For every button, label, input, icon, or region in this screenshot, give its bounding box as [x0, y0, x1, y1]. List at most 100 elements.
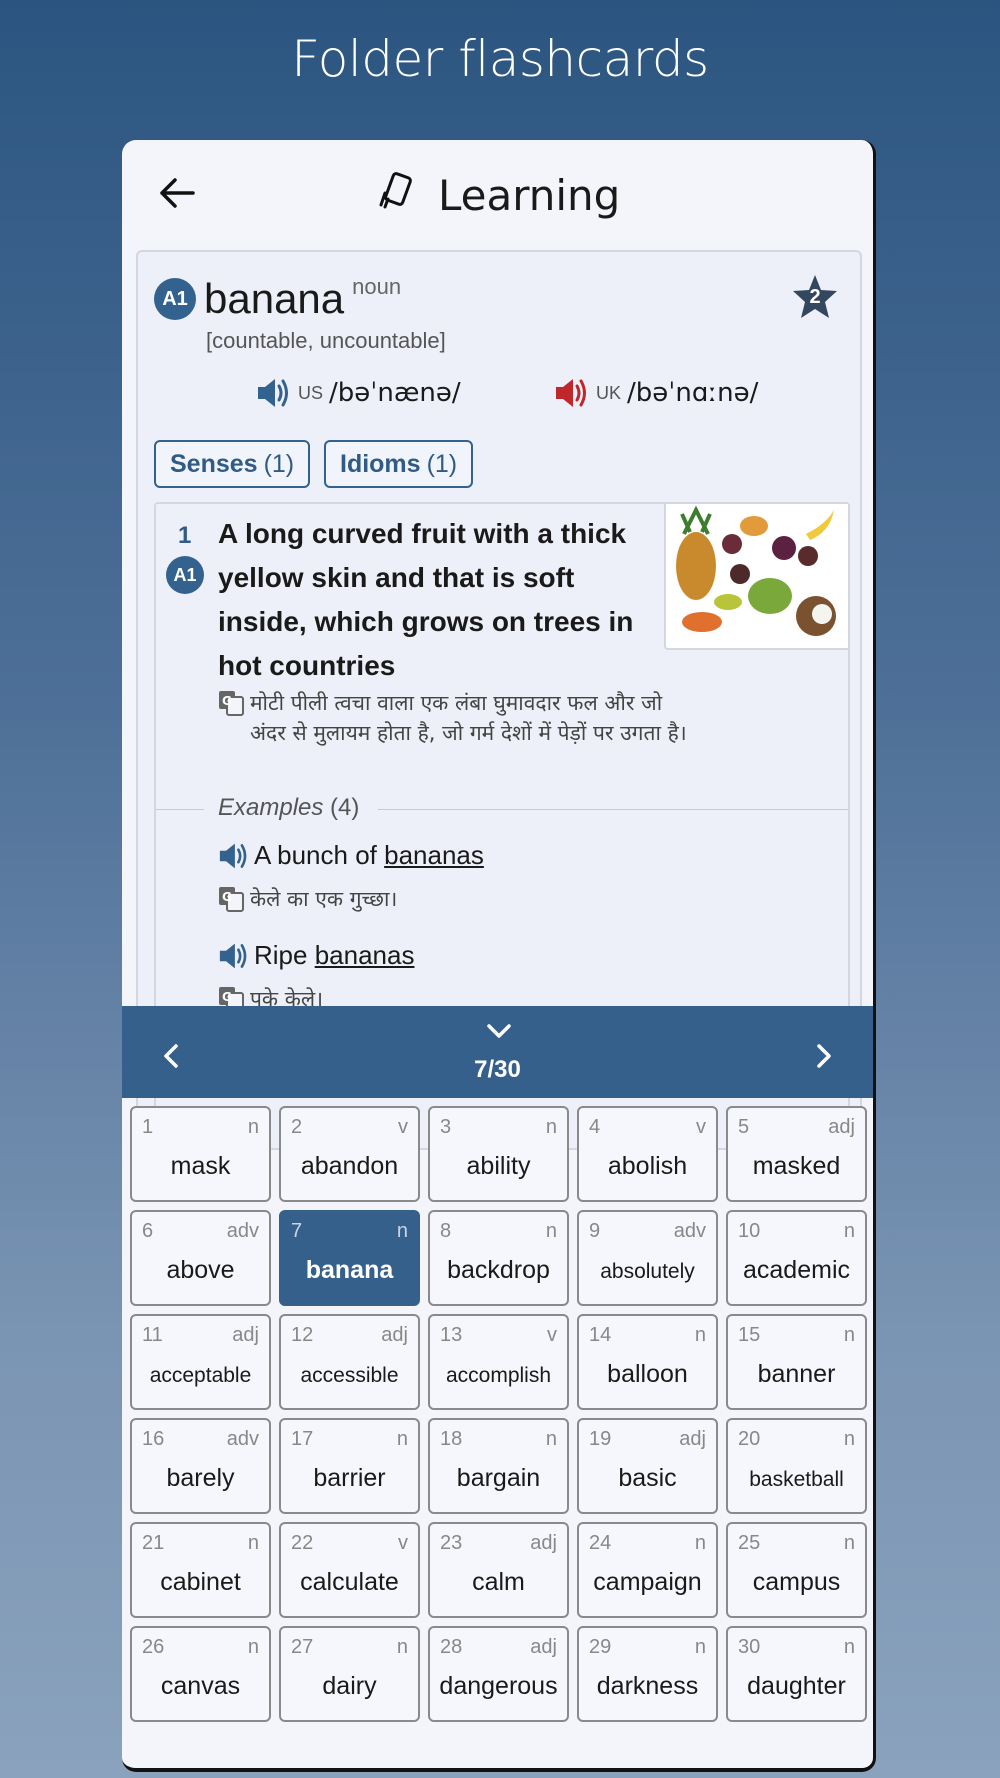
word-tile[interactable]: 8 n backdrop [428, 1210, 569, 1306]
example-text-before: Ripe [254, 940, 315, 970]
word-tile-pos: adj [828, 1116, 855, 1138]
word-tile-word: campaign [593, 1568, 702, 1596]
page-title: Folder flashcards [291, 30, 709, 88]
word-tile[interactable]: 23 adj calm [428, 1522, 569, 1618]
word-tile-number: 11 [142, 1324, 163, 1346]
word-tile[interactable]: 2 v abandon [279, 1106, 420, 1202]
examples-label-text: Examples [218, 794, 324, 821]
word-tile-pos: adj [530, 1636, 557, 1658]
word-tile-number: 10 [738, 1220, 761, 1242]
word-tile[interactable]: 1 n mask [130, 1106, 271, 1202]
word-tile[interactable]: 30 n daughter [726, 1626, 867, 1722]
word-tile[interactable]: 9 adv absolutely [577, 1210, 718, 1306]
example-keyword: bananas [384, 840, 484, 870]
word-tile[interactable]: 20 n basketball [726, 1418, 867, 1514]
word-tile-number: 16 [142, 1428, 165, 1450]
definition-translation: G मोटी पीली त्वचा वाला एक लंबा घुमावदार … [218, 688, 690, 748]
word-tile[interactable]: 21 n cabinet [130, 1522, 271, 1618]
word-tile[interactable]: 29 n darkness [577, 1626, 718, 1722]
word-tile[interactable]: 25 n campus [726, 1522, 867, 1618]
word-tile[interactable]: 12 adj accessible [279, 1314, 420, 1410]
word-tile-number: 1 [142, 1116, 154, 1138]
word-tile-number: 2 [291, 1116, 303, 1138]
phone-screen: Learning A1 banana noun 2 [countable, un… [122, 140, 876, 1772]
word-tile-word: daughter [747, 1672, 846, 1700]
word-tile[interactable]: 3 n ability [428, 1106, 569, 1202]
tab-senses[interactable]: Senses (1) [154, 440, 311, 488]
tab-idioms-count: (1) [426, 449, 458, 478]
word-tile-number: 9 [589, 1220, 601, 1242]
word-tile-number: 5 [738, 1116, 750, 1138]
word-tile[interactable]: 16 adv barely [130, 1418, 271, 1514]
word-tile[interactable]: 5 adj masked [726, 1106, 867, 1202]
word-tile-number: 17 [291, 1428, 314, 1450]
word-tile-pos: v [547, 1324, 557, 1346]
collapse-button[interactable] [479, 1016, 519, 1046]
pron-us-ipa: /bəˈnænə/ [329, 378, 461, 408]
svg-text:G: G [222, 694, 232, 708]
word-tile-word: masked [752, 1152, 841, 1180]
word-tile-word: calculate [300, 1568, 399, 1596]
tab-idioms[interactable]: Idioms (1) [324, 440, 474, 488]
word-tile[interactable]: 22 v calculate [279, 1522, 420, 1618]
word-tile-word: bargain [456, 1464, 541, 1492]
speaker-icon [219, 943, 247, 968]
example-item[interactable]: A bunch of bananas [218, 840, 484, 871]
word-tile-number: 28 [440, 1636, 463, 1658]
word-grid: 1 n mask 2 v abandon 3 n ability 4 v abolish 5 adj mas… [130, 1106, 870, 1722]
sense-level-badge: A1 [166, 556, 204, 594]
next-card-button[interactable] [803, 1036, 843, 1076]
word-tile-pos: v [696, 1116, 706, 1138]
word-tile-word: mask [170, 1152, 231, 1180]
favorite-star-button[interactable]: 2 [790, 272, 840, 322]
speaker-icon [258, 379, 288, 407]
word-tile-word: abandon [300, 1152, 399, 1180]
cards-icon [375, 171, 417, 221]
word-tile-word: abolish [607, 1152, 688, 1180]
pronunciation-uk[interactable]: UK /bəˈnɑːnə/ [554, 376, 758, 410]
word-tile[interactable]: 10 n academic [726, 1210, 867, 1306]
word-tile[interactable]: 19 adj basic [577, 1418, 718, 1514]
example-item[interactable]: Ripe bananas [218, 940, 414, 971]
word-tile[interactable]: 24 n campaign [577, 1522, 718, 1618]
examples-count: (4) [330, 794, 360, 821]
word-tile[interactable]: 4 v abolish [577, 1106, 718, 1202]
tab-senses-label: Senses [170, 449, 258, 478]
example-text: A bunch of bananas [254, 840, 484, 871]
translate-icon: G [219, 887, 244, 912]
word-tile-word: accomplish [445, 1364, 552, 1387]
word-tile-word: dairy [322, 1672, 377, 1700]
app-bar-title-text: Learning [438, 171, 621, 220]
word-tile-word: absolutely [600, 1260, 695, 1283]
word-tile-number: 7 [291, 1220, 303, 1242]
headword: banana [204, 275, 345, 322]
word-tile-number: 6 [142, 1220, 154, 1242]
word-tile-pos: n [396, 1636, 408, 1658]
word-tile-pos: n [545, 1116, 557, 1138]
word-tile[interactable]: 17 n barrier [279, 1418, 420, 1514]
word-tile[interactable]: 11 adj acceptable [130, 1314, 271, 1410]
word-tile-number: 21 [142, 1532, 165, 1554]
word-tile[interactable]: 7 n banana [279, 1210, 420, 1306]
pronunciation-us[interactable]: US /bəˈnænə/ [256, 376, 461, 410]
pron-uk-ipa: /bəˈnɑːnə/ [627, 378, 759, 408]
word-tile[interactable]: 13 v accomplish [428, 1314, 569, 1410]
word-tile[interactable]: 18 n bargain [428, 1418, 569, 1514]
word-tile[interactable]: 14 n balloon [577, 1314, 718, 1410]
word-tile-pos: n [694, 1324, 706, 1346]
word-tile[interactable]: 15 n banner [726, 1314, 867, 1410]
word-tile-number: 19 [589, 1428, 612, 1450]
word-tile[interactable]: 27 n dairy [279, 1626, 420, 1722]
word-tile[interactable]: 6 adv above [130, 1210, 271, 1306]
word-tile[interactable]: 28 adj dangerous [428, 1626, 569, 1722]
word-tile-pos: adv [226, 1220, 259, 1242]
example-text-before: A bunch of [254, 840, 385, 870]
word-tile-number: 14 [589, 1324, 612, 1346]
examples-header[interactable]: Examples (4) [156, 794, 848, 824]
card-navigation-bar: 7/30 [122, 1006, 873, 1098]
translate-icon: G [219, 691, 244, 716]
word-tile-number: 20 [738, 1428, 761, 1450]
word-tile[interactable]: 26 n canvas [130, 1626, 271, 1722]
svg-text:G: G [222, 890, 232, 904]
word-tile-pos: n [843, 1324, 855, 1346]
